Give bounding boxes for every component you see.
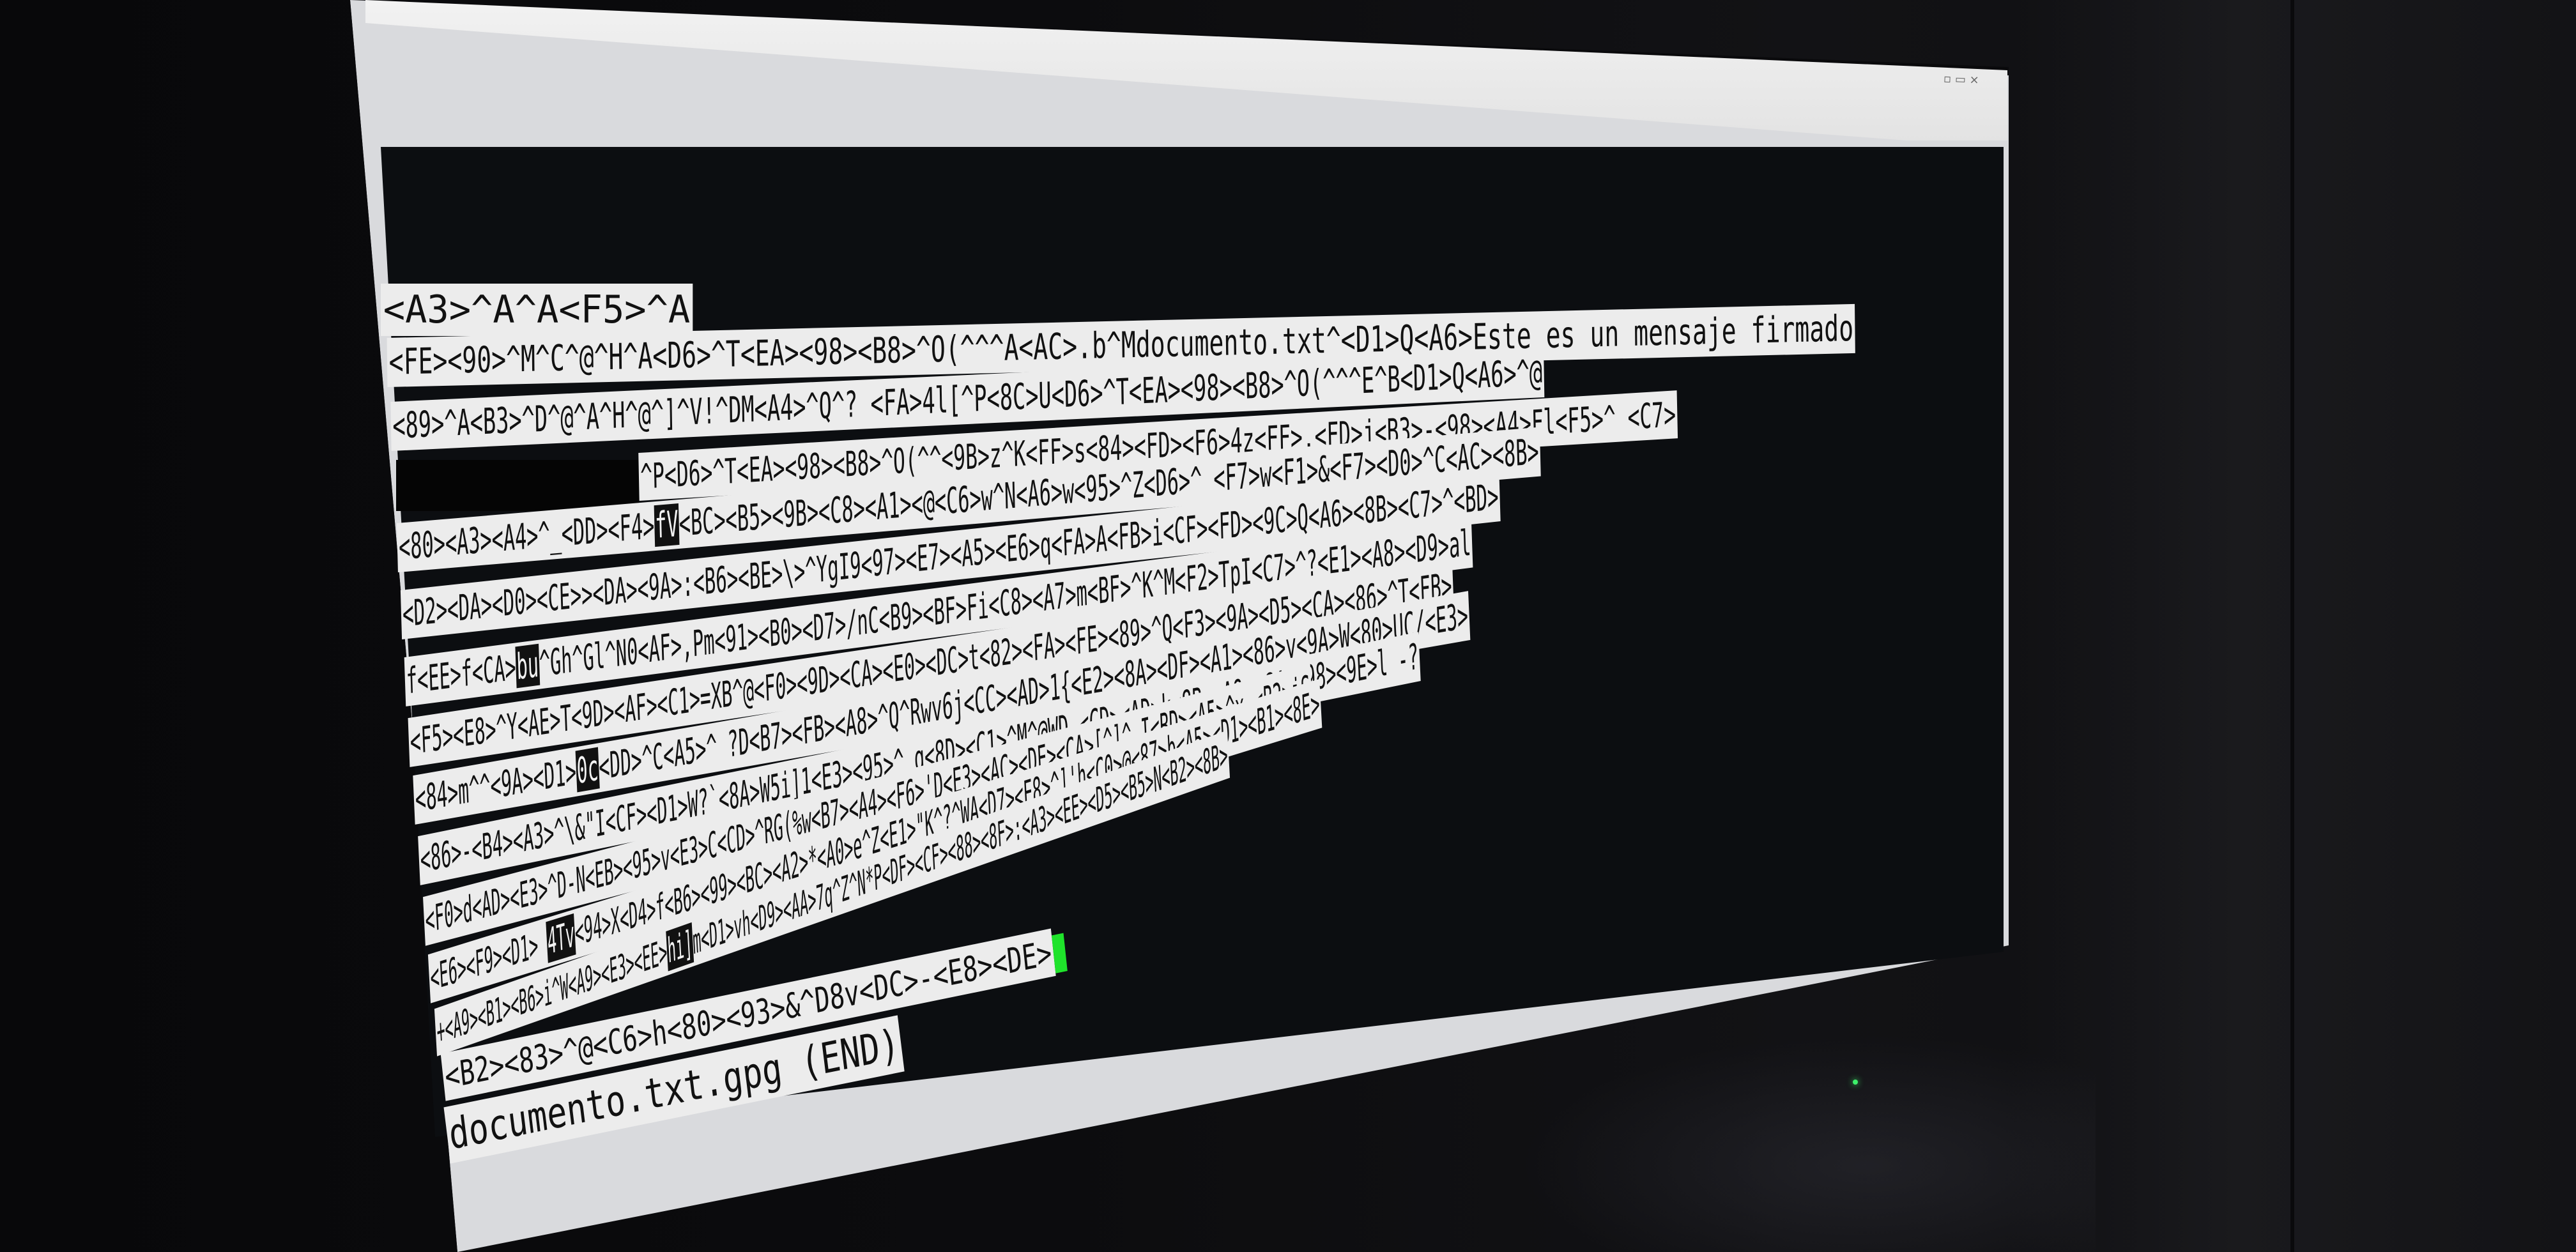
- wall-crease: [2290, 0, 2294, 1252]
- inverted-glyph: 0c: [575, 747, 600, 793]
- inverted-glyph: hi]: [666, 922, 694, 972]
- inverted-glyph: bu: [515, 643, 540, 689]
- desk-reflection: [1521, 1035, 2096, 1252]
- power-led-icon: [1853, 1080, 1858, 1085]
- terminal-line: <A3>^A^A<F5>^A: [381, 284, 693, 336]
- inverted-glyph: fV: [654, 503, 680, 547]
- window-controls-icon[interactable]: ▫ ▭ ×: [1943, 72, 1980, 87]
- wall-shadow: [2012, 0, 2576, 1252]
- window-title: Terminal - alumno@asc: ~: [1732, 36, 1851, 49]
- terminal-black-gap: [396, 460, 639, 511]
- menu-item-ayuda[interactable]: Ayuda: [820, 0, 868, 15]
- menu-item-pestanas[interactable]: Pestañas: [723, 0, 792, 13]
- inverted-glyph: 4Tv: [546, 913, 576, 963]
- photo-scene: Pestañas Ayuda Terminal - alumno@asc: ~ …: [0, 0, 2576, 1252]
